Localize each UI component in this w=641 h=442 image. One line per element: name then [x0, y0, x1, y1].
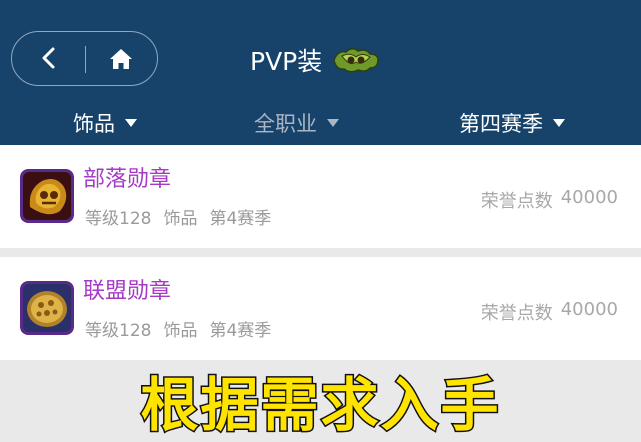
price-value: 40000 — [560, 187, 618, 208]
filter-season-label: 第四赛季 — [459, 112, 543, 136]
nav-divider — [85, 46, 86, 73]
caption-overlay: 根据需求入手 — [139, 370, 501, 441]
horde-medal-icon — [20, 169, 74, 223]
item-name: 部落勋章 — [83, 167, 172, 192]
item-meta: 等级128 饰品 第4赛季 — [85, 316, 271, 341]
list-item[interactable]: 部落勋章 等级128 饰品 第4赛季 荣誉点数 40000 — [0, 145, 641, 248]
home-icon[interactable] — [108, 46, 134, 72]
filter-bar: 饰品 全职业 第四赛季 — [0, 104, 641, 142]
caret-down-icon — [125, 119, 137, 127]
page-title: PVP装 — [250, 47, 323, 76]
item-category: 饰品 — [163, 209, 198, 229]
page-title-group: PVP装 — [250, 38, 380, 82]
alliance-medal-icon — [20, 281, 74, 335]
item-season: 第4赛季 — [209, 209, 272, 229]
filter-class-label: 全职业 — [254, 112, 317, 136]
item-level: 等级128 — [85, 321, 152, 341]
item-price: 荣誉点数 40000 — [481, 187, 618, 213]
back-arrow-icon[interactable] — [36, 45, 62, 71]
item-meta: 等级128 饰品 第4赛季 — [85, 204, 271, 229]
price-label: 荣誉点数 — [480, 191, 553, 212]
filter-class[interactable]: 全职业 — [254, 104, 339, 142]
filter-category[interactable]: 饰品 — [73, 104, 137, 142]
bg-logo-icon — [333, 48, 380, 73]
price-label: 荣誉点数 — [480, 303, 553, 324]
nav-capsule — [11, 31, 158, 86]
filter-season[interactable]: 第四赛季 — [459, 104, 565, 142]
filter-category-label: 饰品 — [73, 112, 115, 136]
app-header: PVP装 饰品 全职业 第四赛季 — [0, 0, 641, 145]
caret-down-icon — [553, 119, 565, 127]
item-level: 等级128 — [85, 209, 152, 229]
item-category: 饰品 — [163, 321, 198, 341]
item-name: 联盟勋章 — [83, 279, 172, 304]
list-item[interactable]: 联盟勋章 等级128 饰品 第4赛季 荣誉点数 40000 — [0, 257, 641, 360]
item-price: 荣誉点数 40000 — [481, 299, 618, 325]
caret-down-icon — [327, 119, 339, 127]
price-value: 40000 — [560, 299, 618, 320]
item-season: 第4赛季 — [209, 321, 272, 341]
